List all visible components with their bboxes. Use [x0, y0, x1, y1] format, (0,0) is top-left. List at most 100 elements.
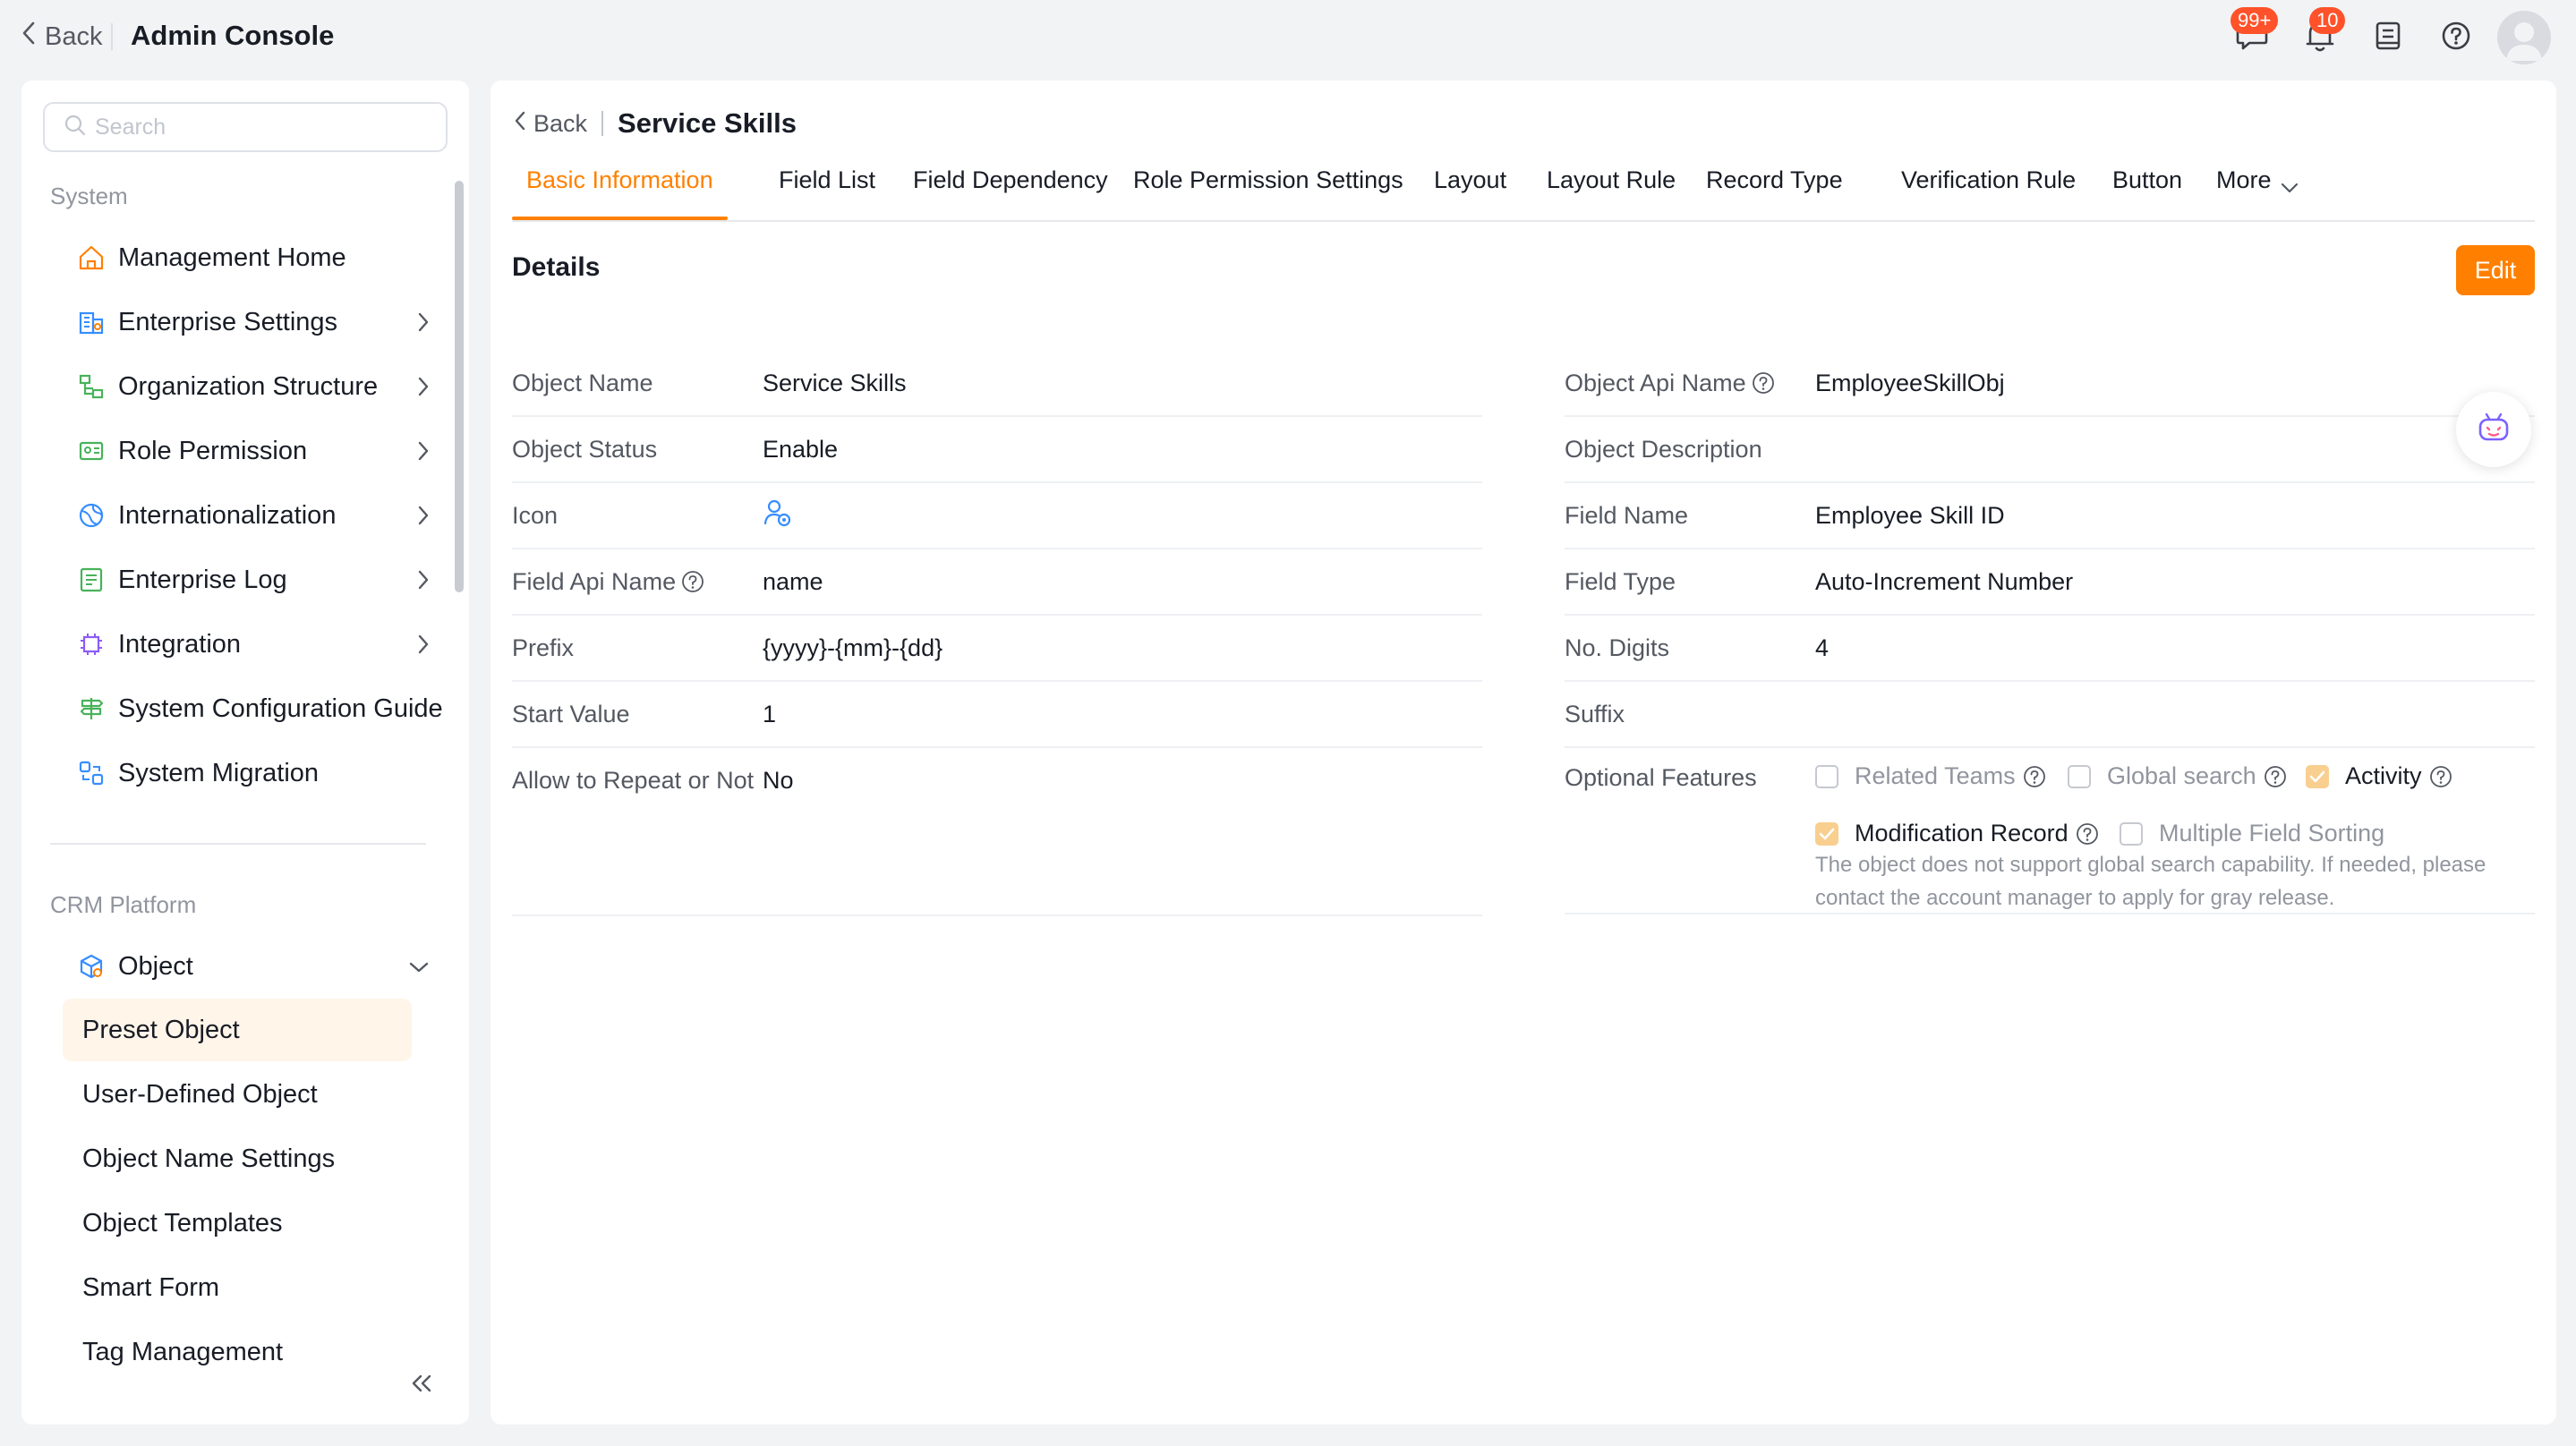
field-row: Field Name Employee Skill ID — [1565, 483, 2535, 549]
field-row: Suffix — [1565, 682, 2535, 748]
collapse-sidebar-button[interactable] — [410, 1373, 433, 1399]
checkbox-modification-record[interactable]: Modification Record — [1815, 820, 2099, 847]
sidebar-item-internationalization[interactable]: Internationalization — [57, 487, 444, 544]
sidebar-item-object-name-settings[interactable]: Object Name Settings — [63, 1127, 412, 1190]
messages-badge: 99+ — [2231, 7, 2279, 34]
checkbox-multiple-field-sorting[interactable]: Multiple Field Sorting — [2120, 820, 2384, 847]
sidebar-item-system-configuration-guide[interactable]: System Configuration Guide — [57, 680, 444, 737]
checkbox-box — [1815, 821, 1838, 846]
sidebar-item-enterprise-settings[interactable]: Enterprise Settings — [57, 293, 444, 351]
tab-more-label: More — [2216, 166, 2272, 193]
sidebar-item-system-migration[interactable]: System Migration — [57, 744, 444, 802]
breadcrumb-divider — [601, 111, 604, 136]
tab-record-type[interactable]: Record Type — [1692, 166, 1857, 218]
sidebar-item-management-home[interactable]: Management Home — [57, 229, 444, 286]
main-panel: Back Service Skills Basic Information Fi… — [490, 81, 2556, 1425]
checkbox-label: Modification Record — [1855, 820, 2068, 846]
tab-verification-rule[interactable]: Verification Rule — [1887, 166, 2090, 218]
group-label-crm: CRM Platform — [50, 891, 197, 918]
checkbox-label: Multiple Field Sorting — [2159, 820, 2385, 846]
sidebar-divider — [50, 843, 426, 845]
log-icon — [77, 566, 106, 594]
sidebar-item-label: Management Home — [118, 242, 346, 272]
checkbox-box — [1815, 764, 1838, 788]
notifications-badge: 10 — [2309, 7, 2346, 34]
field-key: Icon — [512, 501, 559, 529]
tab-field-list[interactable]: Field List — [764, 166, 890, 218]
tab-basic-information[interactable]: Basic Information — [512, 166, 728, 220]
sidebar: System Management Home Enterprise Settin… — [21, 81, 469, 1425]
field-value — [763, 483, 793, 548]
user-avatar[interactable] — [2497, 11, 2551, 64]
sidebar-item-label: Internationalization — [118, 500, 337, 530]
sidebar-item-tag-management[interactable]: Tag Management — [63, 1321, 412, 1383]
help-button[interactable] — [2436, 18, 2476, 57]
notifications-button[interactable]: 10 — [2300, 7, 2346, 57]
messages-button[interactable]: 99+ — [2231, 7, 2279, 57]
divider — [512, 914, 1482, 916]
sidebar-item-preset-object[interactable]: Preset Object — [63, 999, 412, 1061]
sidebar-item-label: System Configuration Guide — [118, 693, 443, 723]
field-value: 4 — [1815, 634, 1830, 661]
top-back-button[interactable]: Back — [21, 21, 102, 52]
chip-icon — [77, 630, 106, 659]
field-key: Object Name — [512, 369, 653, 396]
sidebar-scrollbar[interactable] — [455, 181, 464, 592]
sidebar-item-enterprise-log[interactable]: Enterprise Log — [57, 551, 444, 608]
back-button[interactable]: Back — [514, 110, 587, 138]
question-circle-icon — [2441, 21, 2471, 55]
sidebar-item-smart-form[interactable]: Smart Form — [63, 1256, 412, 1319]
chevron-right-icon — [417, 376, 430, 402]
checkbox-box — [2306, 764, 2329, 788]
help-icon[interactable] — [1752, 371, 1775, 395]
search-icon — [64, 115, 86, 140]
chevron-right-icon — [417, 440, 430, 466]
tab-button[interactable]: Button — [2098, 166, 2196, 218]
edit-button[interactable]: Edit — [2456, 245, 2535, 295]
ai-assistant-button[interactable] — [2456, 392, 2531, 467]
sidebar-item-role-permission[interactable]: Role Permission — [57, 422, 444, 480]
field-key: Field Name — [1565, 501, 1689, 529]
field-key: Object Api Name — [1565, 351, 1775, 415]
tab-role-permission-settings[interactable]: Role Permission Settings — [1119, 166, 1418, 218]
sidebar-item-label: Enterprise Settings — [118, 307, 338, 336]
sidebar-item-object[interactable]: Object — [57, 938, 444, 995]
search-input[interactable] — [95, 114, 435, 140]
checkbox-box — [2068, 764, 2091, 788]
sidebar-search[interactable] — [43, 102, 448, 152]
field-key: No. Digits — [1565, 634, 1670, 661]
tab-field-dependency[interactable]: Field Dependency — [899, 166, 1122, 218]
tab-more[interactable]: More — [2202, 166, 2313, 218]
checkbox-global-search[interactable]: Global search — [2068, 762, 2287, 790]
field-value: name — [763, 567, 823, 595]
tab-bar: Basic Information Field List Field Depen… — [490, 166, 2513, 220]
sidebar-item-label: System Migration — [118, 758, 320, 787]
chevron-down-icon — [2281, 172, 2299, 218]
optional-features: Optional Features Related Teams Global s… — [1565, 748, 2535, 914]
help-icon[interactable] — [2429, 765, 2452, 788]
home-icon — [77, 243, 106, 272]
sidebar-item-object-templates[interactable]: Object Templates — [63, 1192, 412, 1255]
field-value: Employee Skill ID — [1815, 501, 2005, 529]
tasks-button[interactable] — [2368, 18, 2408, 57]
sidebar-item-integration[interactable]: Integration — [57, 616, 444, 673]
help-icon[interactable] — [2023, 765, 2046, 788]
sidebar-item-user-defined-object[interactable]: User-Defined Object — [63, 1063, 412, 1126]
top-divider — [111, 23, 113, 50]
back-label: Back — [533, 109, 588, 137]
field-row: Object Status Enable — [512, 417, 1482, 483]
help-icon[interactable] — [681, 570, 704, 593]
sidebar-item-organization-structure[interactable]: Organization Structure — [57, 358, 444, 415]
field-key: Allow to Repeat or Not — [512, 766, 755, 794]
checkbox-related-teams[interactable]: Related Teams — [1815, 762, 2046, 790]
tab-layout-rule[interactable]: Layout Rule — [1532, 166, 1690, 218]
help-icon[interactable] — [2076, 822, 2099, 846]
field-row: Icon — [512, 483, 1482, 549]
field-row: Object Description — [1565, 417, 2535, 483]
checkbox-activity[interactable]: Activity — [2306, 762, 2452, 790]
field-key: Field Api Name — [512, 549, 704, 614]
tab-layout[interactable]: Layout — [1420, 166, 1521, 218]
field-key: Object Status — [512, 435, 658, 463]
sidebar-item-label: Enterprise Log — [118, 565, 287, 594]
help-icon[interactable] — [2264, 765, 2287, 788]
